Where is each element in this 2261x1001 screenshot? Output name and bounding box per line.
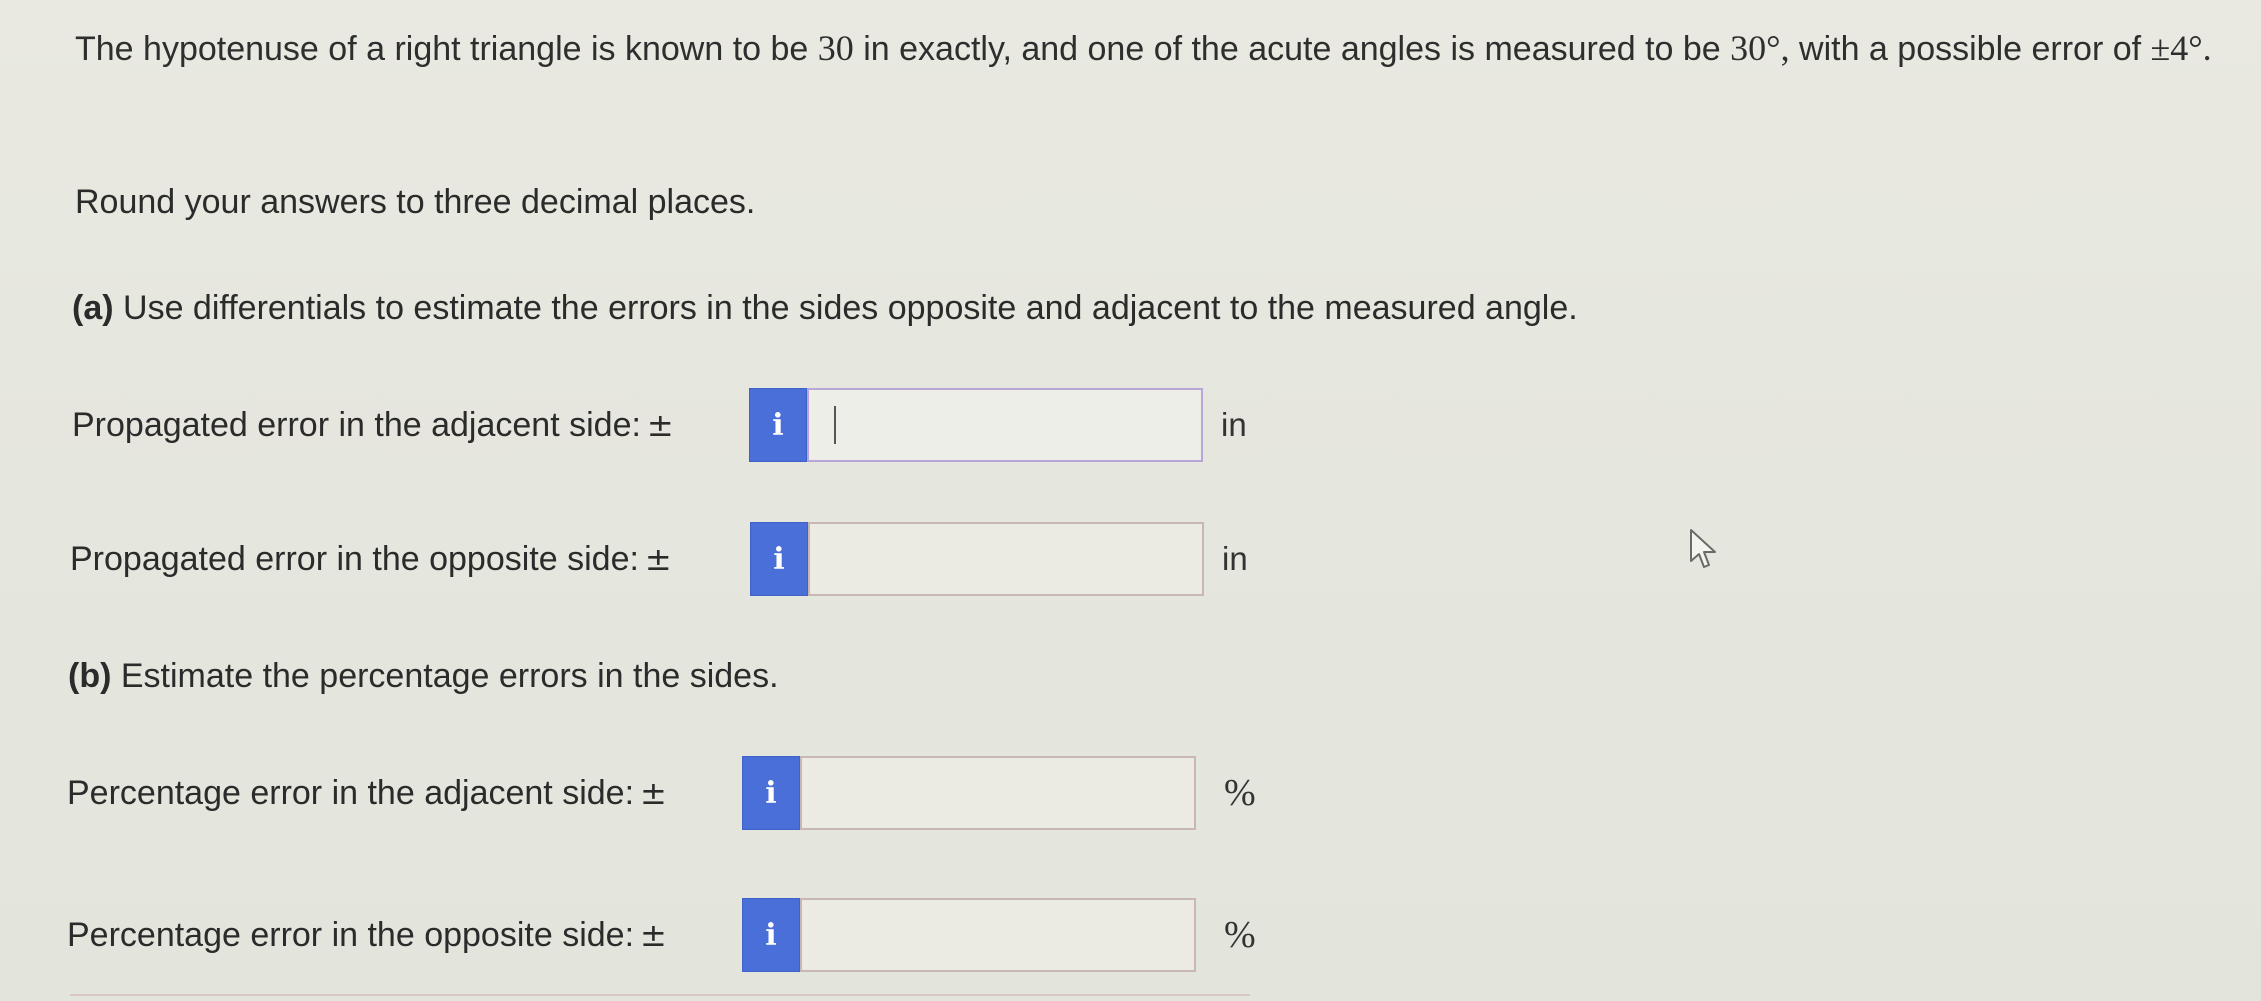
text-caret [834, 406, 836, 444]
unit-label: in [1222, 540, 1248, 577]
part-a-text: Use differentials to estimate the errors… [113, 289, 1578, 327]
answer-label: Propagated error in the opposite side: ± [70, 540, 750, 579]
answer-label-text: Propagated error in the adjacent side: [72, 405, 641, 444]
answer-row-opposite-error: Propagated error in the opposite side: ± … [70, 521, 1248, 597]
part-b-tag: (b) [68, 657, 112, 695]
info-icon[interactable]: i [749, 388, 807, 462]
part-b-heading: (b) Estimate the percentage errors in th… [68, 650, 779, 702]
percent-unit-label: % [1224, 914, 1256, 956]
unit-label: in [1221, 406, 1247, 443]
plus-minus-sign: ± [644, 539, 672, 578]
answer-label-text: Percentage error in the opposite side: [67, 915, 635, 954]
answer-row-adjacent-percent: Percentage error in the adjacent side: ± … [67, 755, 1256, 831]
mouse-pointer-icon [1690, 529, 1716, 568]
part-b-text: Estimate the percentage errors in the si… [111, 657, 779, 695]
answer-label: Percentage error in the opposite side: ± [67, 916, 742, 955]
info-icon[interactable]: i [742, 756, 800, 830]
page: The hypotenuse of a right triangle is kn… [0, 0, 2261, 1001]
answer-label: Percentage error in the adjacent side: ± [67, 774, 742, 813]
error-value: ±4° [2150, 28, 2203, 68]
problem-text-end: . [2202, 28, 2212, 68]
adjacent-percent-input[interactable] [800, 756, 1196, 830]
angle-value: 30°, [1730, 28, 1790, 68]
answer-row-opposite-percent: Percentage error in the opposite side: ± … [67, 897, 1256, 973]
problem-text-3: with a possible error of [1789, 30, 2151, 68]
plus-minus-sign: ± [640, 773, 667, 812]
percent-unit-label: % [1224, 772, 1256, 814]
info-icon[interactable]: i [750, 522, 808, 596]
answer-label-text: Percentage error in the adjacent side: [67, 773, 635, 812]
rounding-instruction: Round your answers to three decimal plac… [75, 183, 756, 221]
problem-text-1: The hypotenuse of a right triangle is kn… [75, 30, 818, 68]
opposite-percent-input[interactable] [800, 898, 1196, 972]
info-icon[interactable]: i [742, 898, 800, 972]
plus-minus-sign: ± [640, 915, 667, 954]
answer-label: Propagated error in the adjacent side: ± [72, 406, 749, 445]
problem-text-2: in exactly, and one of the acute angles … [853, 30, 1731, 68]
adjacent-error-input[interactable] [807, 388, 1203, 462]
part-a-tag: (a) [72, 289, 114, 327]
problem-statement: The hypotenuse of a right triangle is kn… [75, 22, 2235, 75]
part-a-heading: (a) Use differentials to estimate the er… [72, 282, 1578, 334]
answer-label-text: Propagated error in the opposite side: [70, 539, 639, 578]
opposite-error-input[interactable] [808, 522, 1204, 596]
hypotenuse-value: 30 [817, 28, 854, 68]
divider [70, 994, 1250, 996]
plus-minus-sign: ± [646, 405, 674, 444]
answer-row-adjacent-error: Propagated error in the adjacent side: ± … [72, 387, 1247, 463]
